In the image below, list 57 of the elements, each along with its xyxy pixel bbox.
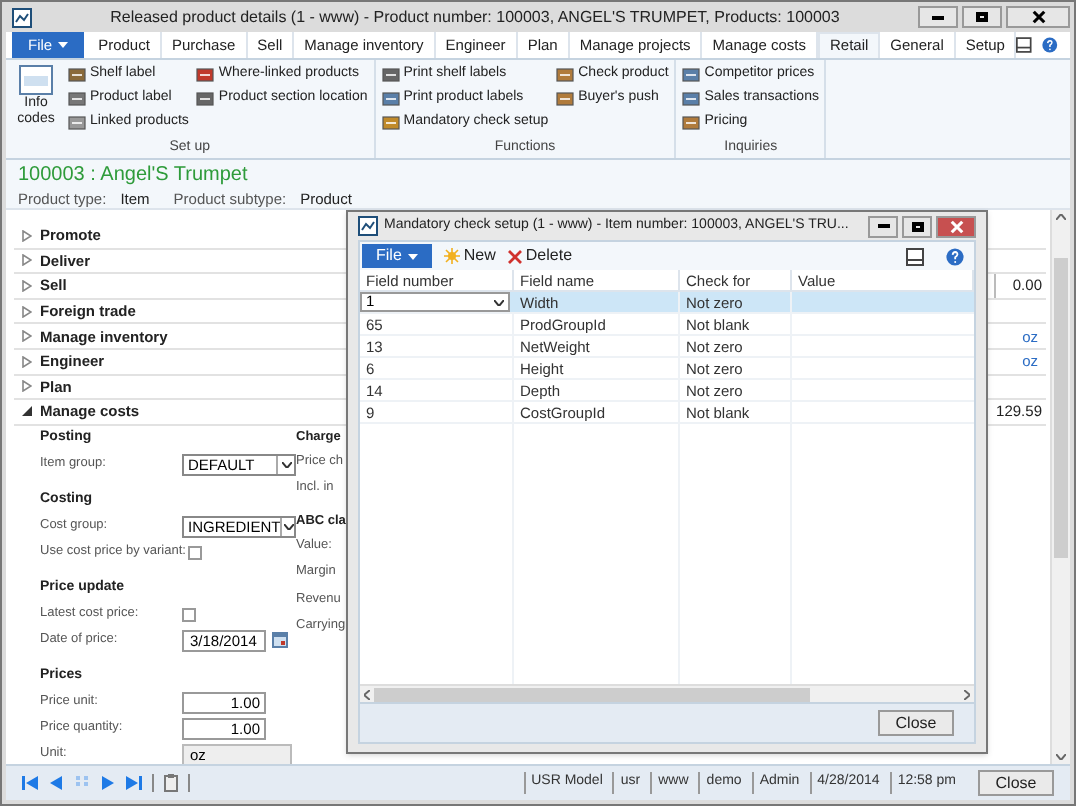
window-title: Released product details (1 - www) - Product number: 100003, ANGEL'S TRUMPET, Products: 100003 xyxy=(108,5,842,29)
delete-button[interactable]: Delete xyxy=(507,244,573,268)
sparkle-icon xyxy=(443,248,460,264)
command-icon xyxy=(381,90,400,108)
scroll-up-icon[interactable] xyxy=(1056,214,1066,220)
command-icon xyxy=(68,114,86,132)
command-icon xyxy=(196,66,215,84)
previous-record-icon[interactable] xyxy=(48,776,64,790)
scroll-down-icon[interactable] xyxy=(1056,754,1066,760)
collapse-icon[interactable] xyxy=(22,406,32,417)
new-button[interactable]: New xyxy=(443,244,496,268)
layout-icon[interactable] xyxy=(1016,36,1033,54)
horizontal-scrollbar[interactable] xyxy=(360,684,974,702)
command-icon xyxy=(682,114,701,132)
calendar-icon[interactable] xyxy=(272,632,288,649)
close-icon xyxy=(1031,10,1045,24)
help-icon[interactable] xyxy=(1042,36,1058,54)
first-record-icon[interactable] xyxy=(22,776,38,790)
file-menu-button[interactable]: File xyxy=(362,244,432,268)
layout-icon[interactable] xyxy=(906,247,924,265)
next-record-icon[interactable] xyxy=(100,776,116,790)
command-icon xyxy=(556,90,575,108)
command-icon xyxy=(682,90,701,108)
scroll-thumb[interactable] xyxy=(374,687,810,701)
command-icon xyxy=(196,90,215,108)
maximize-button[interactable] xyxy=(962,6,1002,28)
scroll-right-icon[interactable] xyxy=(964,689,970,699)
command-icon xyxy=(381,114,400,132)
caret-icon xyxy=(407,253,418,259)
command-icon xyxy=(556,66,575,84)
close-button[interactable]: Close xyxy=(878,710,954,736)
command-icon xyxy=(682,66,701,84)
scroll-thumb[interactable] xyxy=(1054,257,1068,557)
minimize-button[interactable] xyxy=(868,215,898,237)
vertical-scrollbar[interactable] xyxy=(1050,210,1070,764)
close-icon xyxy=(949,219,963,233)
minimize-button[interactable] xyxy=(918,6,958,28)
delete-icon xyxy=(507,249,522,263)
chevron-icon xyxy=(494,299,504,305)
chevron-icon xyxy=(281,461,291,468)
help-icon[interactable] xyxy=(946,247,964,265)
record-title: 100003 : Angel'S Trumpet xyxy=(18,164,250,188)
scroll-left-icon[interactable] xyxy=(364,689,370,699)
app-icon xyxy=(358,216,378,236)
checkbox[interactable] xyxy=(182,607,196,622)
last-record-icon[interactable] xyxy=(126,776,142,790)
chevron-icon xyxy=(283,523,294,530)
checkbox[interactable] xyxy=(187,545,202,560)
clipboard-icon[interactable] xyxy=(164,774,178,792)
maximize-button[interactable] xyxy=(902,215,932,237)
close-button[interactable] xyxy=(1006,6,1070,28)
command-icon xyxy=(68,90,86,108)
command-icon xyxy=(68,66,86,84)
app-icon xyxy=(12,7,32,27)
caret-icon xyxy=(58,42,69,48)
close-button[interactable]: Close xyxy=(978,770,1054,796)
command-icon xyxy=(381,66,400,84)
